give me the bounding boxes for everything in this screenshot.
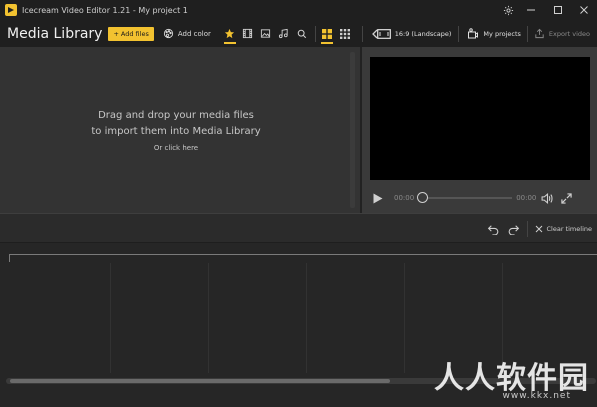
watermark-url: www.kkx.net xyxy=(502,391,571,401)
total-time: 00:00 xyxy=(516,194,537,202)
palette-icon xyxy=(163,28,173,39)
search-icon[interactable] xyxy=(295,20,309,47)
toolbar-divider xyxy=(314,25,316,42)
filter-audio-music-icon[interactable] xyxy=(277,20,291,47)
timeline-gridline xyxy=(306,263,307,373)
video-preview-screen xyxy=(370,57,590,180)
add-color-button[interactable]: Add color xyxy=(163,28,211,39)
toolbar-divider xyxy=(458,25,460,42)
clear-timeline-label: Clear timeline xyxy=(546,225,592,233)
add-files-label: Add files xyxy=(120,29,149,38)
fullscreen-expand-icon[interactable] xyxy=(561,192,573,204)
timeline-gridline xyxy=(110,263,111,373)
clear-timeline-button[interactable]: Clear timeline xyxy=(535,225,592,233)
close-button[interactable] xyxy=(570,0,597,20)
timeline-toolbar: Clear timeline xyxy=(0,213,597,243)
add-files-button[interactable]: + Add files xyxy=(108,26,154,41)
current-time: 00:00 xyxy=(394,194,415,202)
window-title: Icecream Video Editor 1.21 - My project … xyxy=(22,5,188,15)
timeline-gridline xyxy=(208,263,209,373)
or-click-here-link[interactable]: Or click here xyxy=(0,144,352,152)
timeline-ruler[interactable] xyxy=(9,254,597,262)
project-toolbar: 16:9 (Landscape) My projects Export vide… xyxy=(361,20,597,47)
aspect-ratio-button[interactable]: 16:9 (Landscape) xyxy=(376,28,452,39)
play-icon[interactable] xyxy=(373,193,383,204)
toolbar-divider xyxy=(526,25,528,42)
toolbar-divider xyxy=(526,221,528,237)
media-library-title: Media Library xyxy=(7,25,103,42)
view-small-grid-icon[interactable] xyxy=(338,20,352,47)
add-color-label: Add color xyxy=(177,29,211,38)
aspect-ratio-icon xyxy=(376,28,391,39)
my-projects-button[interactable]: My projects xyxy=(467,27,521,40)
maximize-button[interactable] xyxy=(544,0,572,20)
redo-icon[interactable] xyxy=(507,224,520,235)
aspect-ratio-label: 16:9 (Landscape) xyxy=(394,29,452,38)
filter-image-icon[interactable] xyxy=(259,20,273,47)
export-video-button[interactable]: Export video xyxy=(534,28,590,39)
timeline-gridline xyxy=(404,263,405,373)
export-icon xyxy=(535,28,544,39)
drop-hint-line1: Drag and drop your media files xyxy=(98,110,254,121)
view-large-grid-icon[interactable] xyxy=(320,20,334,47)
close-x-icon xyxy=(535,225,542,233)
filter-all-star-icon[interactable] xyxy=(223,20,237,47)
drop-hint-line2: to import them into Media Library xyxy=(91,126,261,137)
minimize-button[interactable] xyxy=(517,0,545,20)
export-video-label: Export video xyxy=(548,29,590,38)
undo-icon[interactable] xyxy=(487,224,500,235)
my-projects-label: My projects xyxy=(483,29,521,38)
app-logo-icon xyxy=(5,4,17,16)
seek-bar[interactable] xyxy=(417,192,513,203)
projects-icon xyxy=(468,27,479,38)
plus-icon: + xyxy=(113,29,119,38)
filter-video-film-icon[interactable] xyxy=(241,20,255,47)
toolbar-divider xyxy=(361,25,363,42)
timeline-scroll-thumb[interactable] xyxy=(10,379,390,383)
seek-handle[interactable] xyxy=(417,192,429,203)
player-controls: 00:00 00:00 xyxy=(362,185,597,211)
title-bar: Icecream Video Editor 1.21 - My project … xyxy=(0,0,597,20)
volume-icon[interactable] xyxy=(541,192,554,204)
